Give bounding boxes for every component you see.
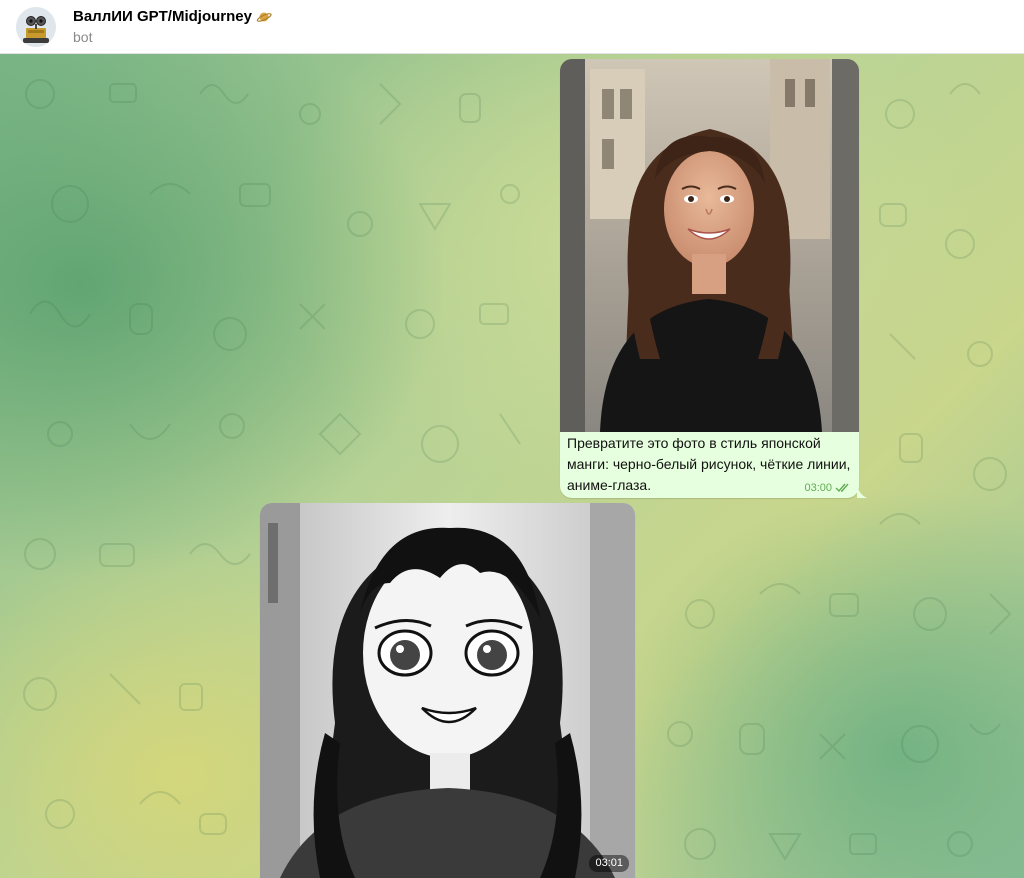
double-check-icon	[835, 483, 849, 493]
chat-subtitle: bot	[73, 29, 93, 45]
bubble-tail	[857, 486, 867, 498]
message-meta: 03:00	[804, 482, 851, 494]
chat-header[interactable]: ВаллИИ GPT/Midjourney bot	[0, 0, 1024, 54]
outgoing-photo[interactable]	[560, 59, 859, 432]
bot-avatar[interactable]	[16, 6, 56, 47]
photo-of-smiling-woman-icon	[560, 59, 859, 432]
message-time-pill: 03:01	[589, 855, 629, 872]
planet-icon	[256, 12, 272, 22]
outgoing-message[interactable]: Превратите это фото в стиль японской ман…	[560, 59, 859, 498]
manga-style-girl-illustration-icon	[260, 503, 635, 878]
chat-title: ВаллИИ GPT/Midjourney	[73, 8, 252, 25]
robot-avatar-icon	[16, 6, 56, 47]
message-time: 03:00	[804, 482, 832, 494]
title-row: ВаллИИ GPT/Midjourney	[73, 8, 272, 25]
incoming-photo[interactable]	[260, 503, 635, 878]
header-text: ВаллИИ GPT/Midjourney bot	[73, 8, 272, 45]
incoming-message[interactable]: 03:01	[260, 503, 635, 878]
